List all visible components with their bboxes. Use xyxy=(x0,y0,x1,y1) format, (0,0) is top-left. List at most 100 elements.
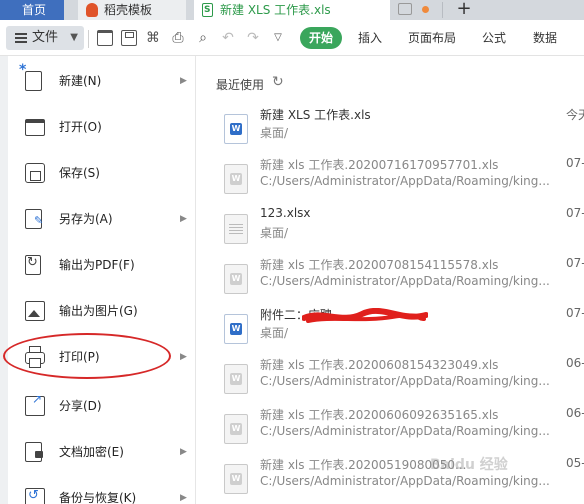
menu-item-label: 另存为(A) xyxy=(59,212,113,226)
tab-formulas[interactable]: 公式 xyxy=(482,27,506,49)
open-folder-icon[interactable] xyxy=(97,30,113,46)
save-icon xyxy=(25,163,45,183)
backup-icon xyxy=(25,488,45,504)
recent-file-name: 新建 xls 工作表.20200708154115578.xls xyxy=(260,258,499,272)
xls-file-icon xyxy=(224,264,248,294)
menu-item-save[interactable]: 保存(S) xyxy=(8,150,196,196)
tab-home-label: 首页 xyxy=(22,3,47,17)
monitor-icon[interactable] xyxy=(398,3,412,15)
chevron-down-icon: ▼ xyxy=(70,32,78,43)
watermark: Baidu 经验 xyxy=(430,457,508,473)
recent-file-path: C:/Users/Administrator/AppData/Roaming/k… xyxy=(260,424,550,438)
pdf-export-icon xyxy=(25,255,41,275)
print-highlight-annotation xyxy=(3,333,171,379)
menu-item-label: 备份与恢复(K) xyxy=(59,491,137,504)
recent-title: 最近使用 xyxy=(216,78,265,92)
recent-file-date: 07- xyxy=(566,206,584,220)
recent-file-date: 07- xyxy=(566,306,584,320)
tab-divider xyxy=(442,2,443,18)
tab-daoke-templates[interactable]: 稻壳模板 xyxy=(78,0,186,20)
spreadsheet-icon xyxy=(202,0,213,20)
tab-document-label: 新建 XLS 工作表.xls xyxy=(220,3,331,17)
sheet-gutter xyxy=(0,56,8,504)
save-as-icon xyxy=(25,209,43,229)
menu-item-label: 打开(O) xyxy=(59,120,102,134)
recent-file-path: 桌面/ xyxy=(260,126,289,140)
recent-file-date: 06- xyxy=(566,406,584,420)
xls-file-icon xyxy=(224,164,248,194)
recent-file-item[interactable]: 新建 XLS 工作表.xls 桌面/ 今天 xyxy=(214,104,584,154)
menu-item-label: 新建(N) xyxy=(59,74,102,88)
daoke-logo-icon xyxy=(86,3,98,17)
recent-file-item[interactable]: 123.xlsx 桌面/ 07- xyxy=(214,204,584,254)
menu-item-export-pdf[interactable]: 输出为PDF(F) xyxy=(8,242,196,288)
tab-daoke-label: 稻壳模板 xyxy=(104,3,153,17)
xls-file-icon xyxy=(224,414,248,444)
tab-start[interactable]: 开始 xyxy=(300,27,342,49)
menu-item-open[interactable]: 打开(O) xyxy=(8,104,196,150)
submenu-arrow-icon: ▶ xyxy=(180,493,187,503)
recent-file-date: 今天 xyxy=(566,108,584,122)
tab-page-layout[interactable]: 页面布局 xyxy=(408,27,456,49)
toolbar-divider xyxy=(88,30,89,48)
recent-file-name: 新建 xls 工作表.20200716170957701.xls xyxy=(260,158,499,172)
file-menu-button[interactable]: 文件 ▼ xyxy=(6,26,84,50)
print-preview-icon[interactable]: ⌕ xyxy=(195,30,211,46)
recent-file-name: 123.xlsx xyxy=(260,206,311,220)
unsaved-dot-icon xyxy=(422,6,429,13)
xlsx-file-icon xyxy=(224,214,248,244)
menu-item-label: 输出为图片(G) xyxy=(59,304,138,318)
submenu-arrow-icon: ▶ xyxy=(180,214,187,224)
menu-item-export-image[interactable]: 输出为图片(G) xyxy=(8,288,196,334)
format-painter-icon[interactable]: ⌘ xyxy=(145,30,161,46)
tab-data[interactable]: 数据 xyxy=(533,27,557,49)
recent-file-path: 桌面/ xyxy=(260,226,289,240)
menu-item-label: 保存(S) xyxy=(59,166,100,180)
file-menu-panel: 新建(N) ▶ 打开(O) 保存(S) 另存为(A) ▶ 输出为PDF(F) 输… xyxy=(8,56,196,504)
menu-item-save-as[interactable]: 另存为(A) ▶ xyxy=(8,196,196,242)
toolbar: 文件 ▼ ⌘ ⎙ ⌕ ↶ ↷ ▽ 开始 插入 页面布局 公式 数据 xyxy=(0,20,584,56)
recent-file-item[interactable]: 新建 xls 工作表.20200716170957701.xls C:/User… xyxy=(214,154,584,204)
recent-file-item[interactable]: 新建 xls 工作表.20200606092635165.xls C:/User… xyxy=(214,404,584,454)
tab-document[interactable]: 新建 XLS 工作表.xls xyxy=(194,0,390,20)
undo-icon[interactable]: ↶ xyxy=(220,30,236,46)
print-icon[interactable]: ⎙ xyxy=(170,30,186,46)
recent-file-date: 07- xyxy=(566,256,584,270)
menu-item-label: 分享(D) xyxy=(59,399,102,413)
tab-home[interactable]: 首页 xyxy=(0,0,64,20)
xls-file-icon xyxy=(224,464,248,494)
menu-item-backup[interactable]: 备份与恢复(K) ▶ xyxy=(8,475,196,504)
redo-icon[interactable]: ↷ xyxy=(245,30,261,46)
submenu-arrow-icon: ▶ xyxy=(180,76,187,86)
image-export-icon xyxy=(25,301,45,321)
file-menu-label: 文件 xyxy=(32,30,59,45)
menu-item-share[interactable]: 分享(D) xyxy=(8,383,196,429)
submenu-arrow-icon: ▶ xyxy=(180,447,187,457)
recent-file-name: 新建 xls 工作表.20200606092635165.xls xyxy=(260,408,499,422)
encrypt-icon xyxy=(25,442,43,462)
refresh-icon[interactable]: ↻ xyxy=(272,74,284,90)
xls-file-icon xyxy=(224,314,248,344)
menu-item-label: 输出为PDF(F) xyxy=(59,258,135,272)
recent-file-date: 06- xyxy=(566,356,584,370)
recent-file-path: C:/Users/Administrator/AppData/Roaming/k… xyxy=(260,374,550,388)
recent-file-item[interactable]: 新建 xls 工作表.20200608154323049.xls C:/User… xyxy=(214,354,584,404)
recent-file-date: 07- xyxy=(566,156,584,170)
new-doc-icon xyxy=(19,62,42,91)
recent-file-path: C:/Users/Administrator/AppData/Roaming/k… xyxy=(260,274,550,288)
more-chevron-icon[interactable]: ▽ xyxy=(270,30,286,46)
save-icon[interactable] xyxy=(121,30,137,46)
menu-item-encrypt[interactable]: 文档加密(E) ▶ xyxy=(8,429,196,475)
new-tab-plus-icon[interactable]: + xyxy=(454,0,474,20)
xls-file-icon xyxy=(224,364,248,394)
recent-file-name: 新建 xls 工作表.20200608154323049.xls xyxy=(260,358,499,372)
menu-item-new[interactable]: 新建(N) ▶ xyxy=(8,58,196,104)
recent-file-item[interactable]: 新建 xls 工作表.20200708154115578.xls C:/User… xyxy=(214,254,584,304)
menu-item-label: 文档加密(E) xyxy=(59,445,124,459)
tab-insert[interactable]: 插入 xyxy=(358,27,382,49)
submenu-arrow-icon: ▶ xyxy=(180,352,187,362)
folder-icon xyxy=(25,119,45,136)
redaction-scribble xyxy=(302,308,428,323)
recent-file-path: C:/Users/Administrator/AppData/Roaming/k… xyxy=(260,174,550,188)
recent-file-name: 新建 XLS 工作表.xls xyxy=(260,108,371,122)
